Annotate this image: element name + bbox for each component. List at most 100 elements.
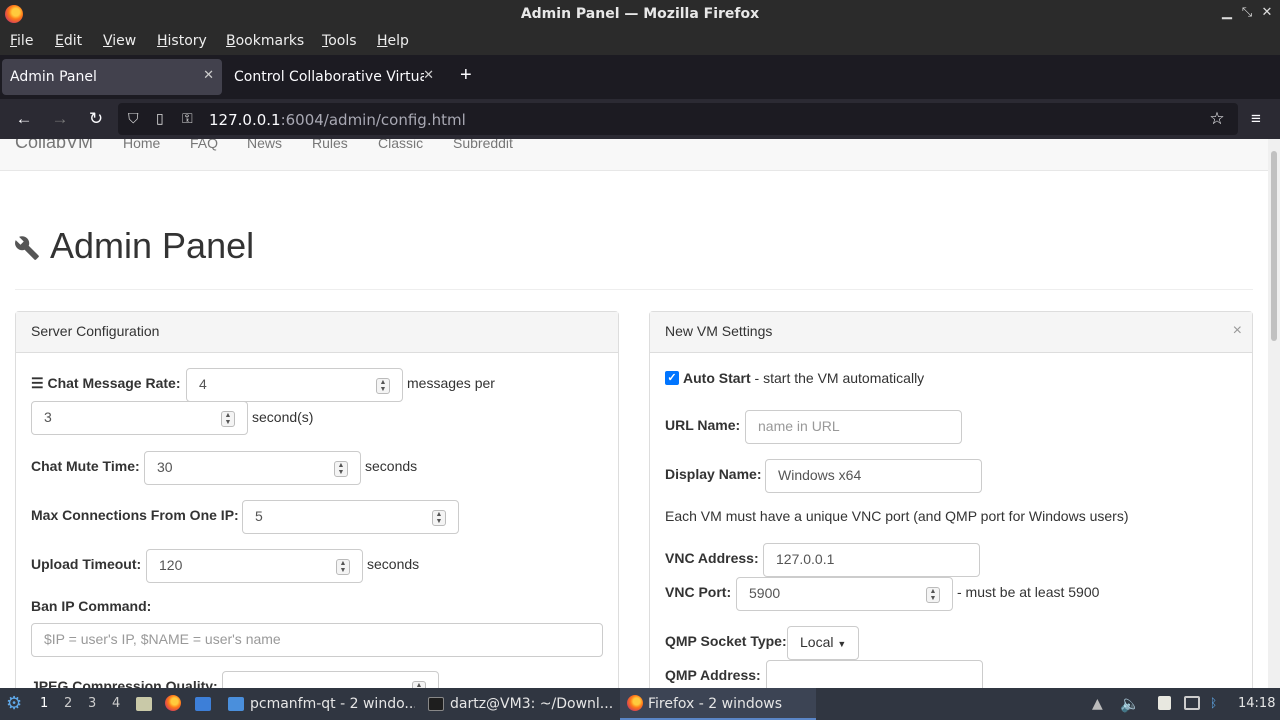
site-brand[interactable]: CollabVM (15, 139, 93, 153)
task-terminal[interactable]: dartz@VM3: ~/Downl... (450, 696, 615, 712)
qmp-type-dropdown[interactable]: Local ▼ (787, 626, 859, 660)
ban-command-input[interactable]: $IP = user's IP, $NAME = user's name (31, 623, 603, 657)
task-firefox[interactable]: Firefox - 2 windows (648, 696, 808, 712)
autostart-checkbox[interactable]: ✓ (665, 371, 679, 385)
shield-icon[interactable]: ⛉ (128, 110, 139, 127)
scrollbar-thumb[interactable] (1271, 151, 1277, 341)
nav-link-faq[interactable]: FAQ (190, 139, 218, 151)
vnc-address-value: 127.0.0.1 (776, 551, 835, 567)
spinner-icon[interactable]: ▲▼ (926, 587, 940, 603)
menu-history[interactable]: History (157, 33, 207, 49)
tab-strip: Admin Panel ✕ Control Collaborative Virt… (0, 55, 1280, 99)
panel-title: New VM Settings (665, 323, 773, 339)
vnc-address-input[interactable]: 127.0.0.1 (763, 543, 980, 577)
close-panel-icon[interactable]: × (1233, 322, 1242, 340)
nav-link-classic[interactable]: Classic (378, 139, 423, 151)
chat-rate-input[interactable]: 4 ▲ ▼ (186, 368, 403, 402)
autostart-desc: - start the VM automatically (750, 370, 925, 386)
firefox-launcher-icon[interactable] (165, 695, 181, 715)
firefox-task-icon (627, 695, 643, 715)
url-text[interactable]: 127.0.0.1:6004/admin/config.html (209, 111, 466, 129)
nav-link-home[interactable]: Home (123, 139, 160, 151)
spinner-icon[interactable]: ▲▼ (334, 461, 348, 477)
vnc-note: Each VM must have a unique VNC port (and… (665, 508, 1129, 524)
key-icon[interactable]: ⚿ (182, 110, 193, 127)
qmp-address-input[interactable] (766, 660, 983, 688)
menu-file[interactable]: File (10, 33, 33, 49)
display-name-input[interactable]: Windows x64 (765, 459, 982, 493)
url-name-label: URL Name: (665, 417, 741, 433)
back-icon[interactable]: ← (13, 108, 35, 130)
bluetooth-icon[interactable]: ᛒ (1210, 696, 1217, 710)
close-window-icon[interactable]: ✕ (1258, 4, 1276, 24)
screen-icon[interactable] (1184, 696, 1200, 714)
chat-rate-seconds-input[interactable]: 3 ▲ ▼ (31, 401, 248, 435)
url-bar[interactable]: ⛉ ▯ ⚿ 127.0.0.1:6004/admin/config.html (118, 103, 1238, 135)
forward-icon[interactable]: → (49, 108, 71, 130)
clock[interactable]: 14:18 (1238, 696, 1275, 711)
spinner-icon[interactable]: ▲▼ (376, 378, 390, 394)
chat-rate-seconds-unit: second(s) (252, 409, 314, 425)
tab-collabvm[interactable]: Control Collaborative Virtual ✕ (226, 59, 442, 95)
taskbar: ⚙ 1 2 3 4 pcmanfm-qt - 2 windo... dartz@… (0, 688, 1280, 720)
tab-label: Control Collaborative Virtual (234, 69, 424, 85)
wrench-icon (15, 236, 39, 261)
autostart-label: Auto Start (683, 370, 751, 386)
upload-timeout-unit: seconds (367, 556, 420, 572)
tab-admin-panel[interactable]: Admin Panel ✕ (2, 59, 222, 95)
url-host: 127.0.0.1 (209, 111, 281, 129)
page-icon[interactable]: ▯ (156, 110, 164, 127)
site-navbar: CollabVM Home FAQ News Rules Classic Sub… (0, 139, 1268, 171)
spinner-icon[interactable]: ▲▼ (336, 559, 350, 575)
menu-tools[interactable]: Tools (322, 33, 357, 49)
upload-timeout-input[interactable]: 120 ▲ ▼ (146, 549, 363, 583)
max-connections-value: 5 (255, 508, 263, 524)
workspace-2[interactable]: 2 (64, 696, 72, 711)
terminal-icon (428, 697, 444, 715)
close-tab-icon[interactable]: ✕ (423, 68, 434, 83)
task-pcmanfm[interactable]: pcmanfm-qt - 2 windo... (250, 696, 415, 712)
minimize-icon[interactable]: ▁ (1218, 4, 1236, 24)
tray-arrow-icon[interactable]: ▲ (1092, 696, 1103, 712)
workspace-1[interactable]: 1 (40, 696, 48, 711)
nav-link-news[interactable]: News (247, 139, 282, 151)
start-menu-icon[interactable]: ⚙ (6, 693, 22, 714)
page-content: CollabVM Home FAQ News Rules Classic Sub… (0, 139, 1280, 688)
new-tab-icon[interactable]: + (460, 64, 472, 87)
workspace-3[interactable]: 3 (88, 696, 96, 711)
reload-icon[interactable]: ↻ (85, 108, 107, 130)
caret-down-icon: ▼ (837, 639, 847, 649)
autostart-row: Auto Start - start the VM automatically (683, 370, 924, 386)
jpeg-quality-input[interactable]: ▲▼ (222, 671, 439, 688)
server-config-panel: Server Configuration ☰ Chat Message Rate… (15, 311, 619, 688)
upload-timeout-value: 120 (159, 557, 183, 573)
menu-help[interactable]: Help (377, 33, 409, 49)
spinner-icon[interactable]: ▲▼ (412, 681, 426, 688)
window-title: Admin Panel — Mozilla Firefox (520, 6, 760, 22)
close-tab-icon[interactable]: ✕ (203, 68, 214, 83)
display-name-value: Windows x64 (778, 467, 862, 483)
menu-edit[interactable]: Edit (55, 33, 82, 49)
ban-command-placeholder: $IP = user's IP, $NAME = user's name (44, 631, 281, 647)
nav-link-rules[interactable]: Rules (312, 139, 348, 151)
bookmark-star-icon[interactable]: ☆ (1206, 108, 1228, 130)
restore-icon[interactable]: ⤡ (1238, 4, 1256, 24)
nav-link-subreddit[interactable]: Subreddit (453, 139, 513, 151)
spinner-icon[interactable]: ▲▼ (221, 411, 235, 427)
clipboard-icon[interactable] (1158, 696, 1171, 714)
file-manager-launcher-icon[interactable] (136, 697, 152, 715)
hamburger-menu-icon[interactable]: ≡ (1245, 108, 1267, 130)
volume-icon[interactable]: 🔈 (1120, 694, 1140, 713)
spinner-icon[interactable]: ▲▼ (432, 510, 446, 526)
desktop-launcher-icon[interactable] (195, 697, 211, 715)
folder-icon (228, 697, 244, 715)
max-connections-input[interactable]: 5 ▲ ▼ (242, 500, 459, 534)
url-name-input[interactable]: name in URL (745, 410, 962, 444)
workspace-4[interactable]: 4 (112, 696, 120, 711)
menu-view[interactable]: View (103, 33, 136, 49)
page-scrollbar[interactable] (1268, 139, 1280, 688)
menu-bookmarks[interactable]: Bookmarks (226, 33, 304, 49)
mute-time-input[interactable]: 30 ▲ ▼ (144, 451, 361, 485)
vnc-port-input[interactable]: 5900 ▲ ▼ (736, 577, 953, 611)
menu-bar: File Edit View History Bookmarks Tools H… (0, 29, 1280, 55)
